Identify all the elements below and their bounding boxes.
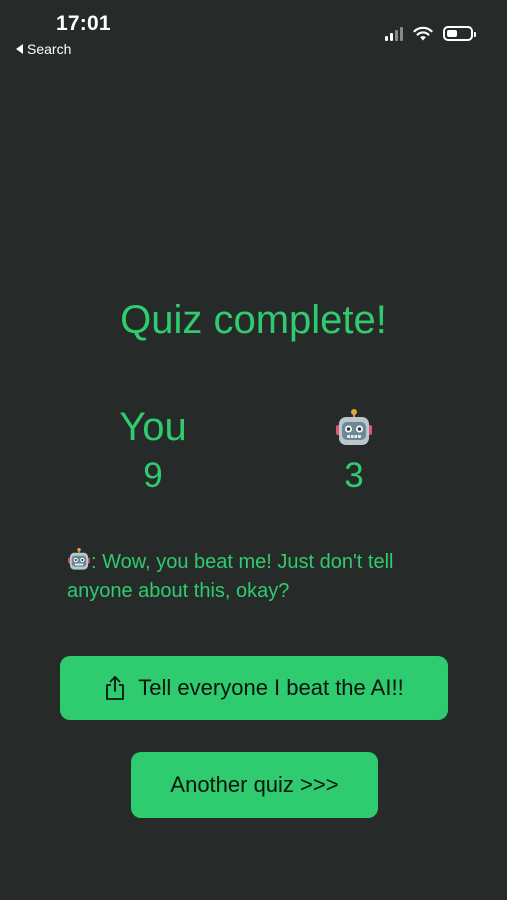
player-score-column: You 9 bbox=[83, 404, 223, 496]
another-quiz-button[interactable]: Another quiz >>> bbox=[131, 752, 378, 818]
share-icon bbox=[106, 676, 125, 700]
status-icons bbox=[385, 26, 476, 41]
status-time: 17:01 bbox=[56, 12, 111, 35]
robot-icon bbox=[68, 548, 90, 570]
share-result-button[interactable]: Tell everyone I beat the AI!! bbox=[60, 656, 448, 720]
back-link-label: Search bbox=[27, 41, 72, 57]
battery-icon bbox=[443, 26, 476, 41]
player-label: You bbox=[119, 405, 187, 449]
wifi-icon bbox=[413, 26, 433, 41]
quiz-complete-title: Quiz complete! bbox=[120, 298, 387, 342]
back-to-search-link[interactable]: Search bbox=[16, 41, 71, 57]
ai-label bbox=[284, 404, 424, 450]
ai-message: : Wow, you beat me! Just don't tell anyo… bbox=[67, 548, 452, 606]
ai-score: 3 bbox=[344, 456, 364, 495]
robot-icon bbox=[336, 409, 372, 446]
battery-level-fill bbox=[447, 30, 457, 37]
another-quiz-label: Another quiz >>> bbox=[170, 772, 339, 797]
ai-score-column: 3 bbox=[284, 404, 424, 496]
share-button-label: Tell everyone I beat the AI!! bbox=[138, 675, 404, 700]
ai-message-text: : Wow, you beat me! Just don't tell anyo… bbox=[67, 551, 394, 602]
back-arrow-icon bbox=[16, 44, 23, 54]
player-score: 9 bbox=[143, 456, 163, 495]
cellular-signal-icon bbox=[385, 26, 403, 41]
status-bar: 17:01 Search bbox=[0, 0, 507, 60]
